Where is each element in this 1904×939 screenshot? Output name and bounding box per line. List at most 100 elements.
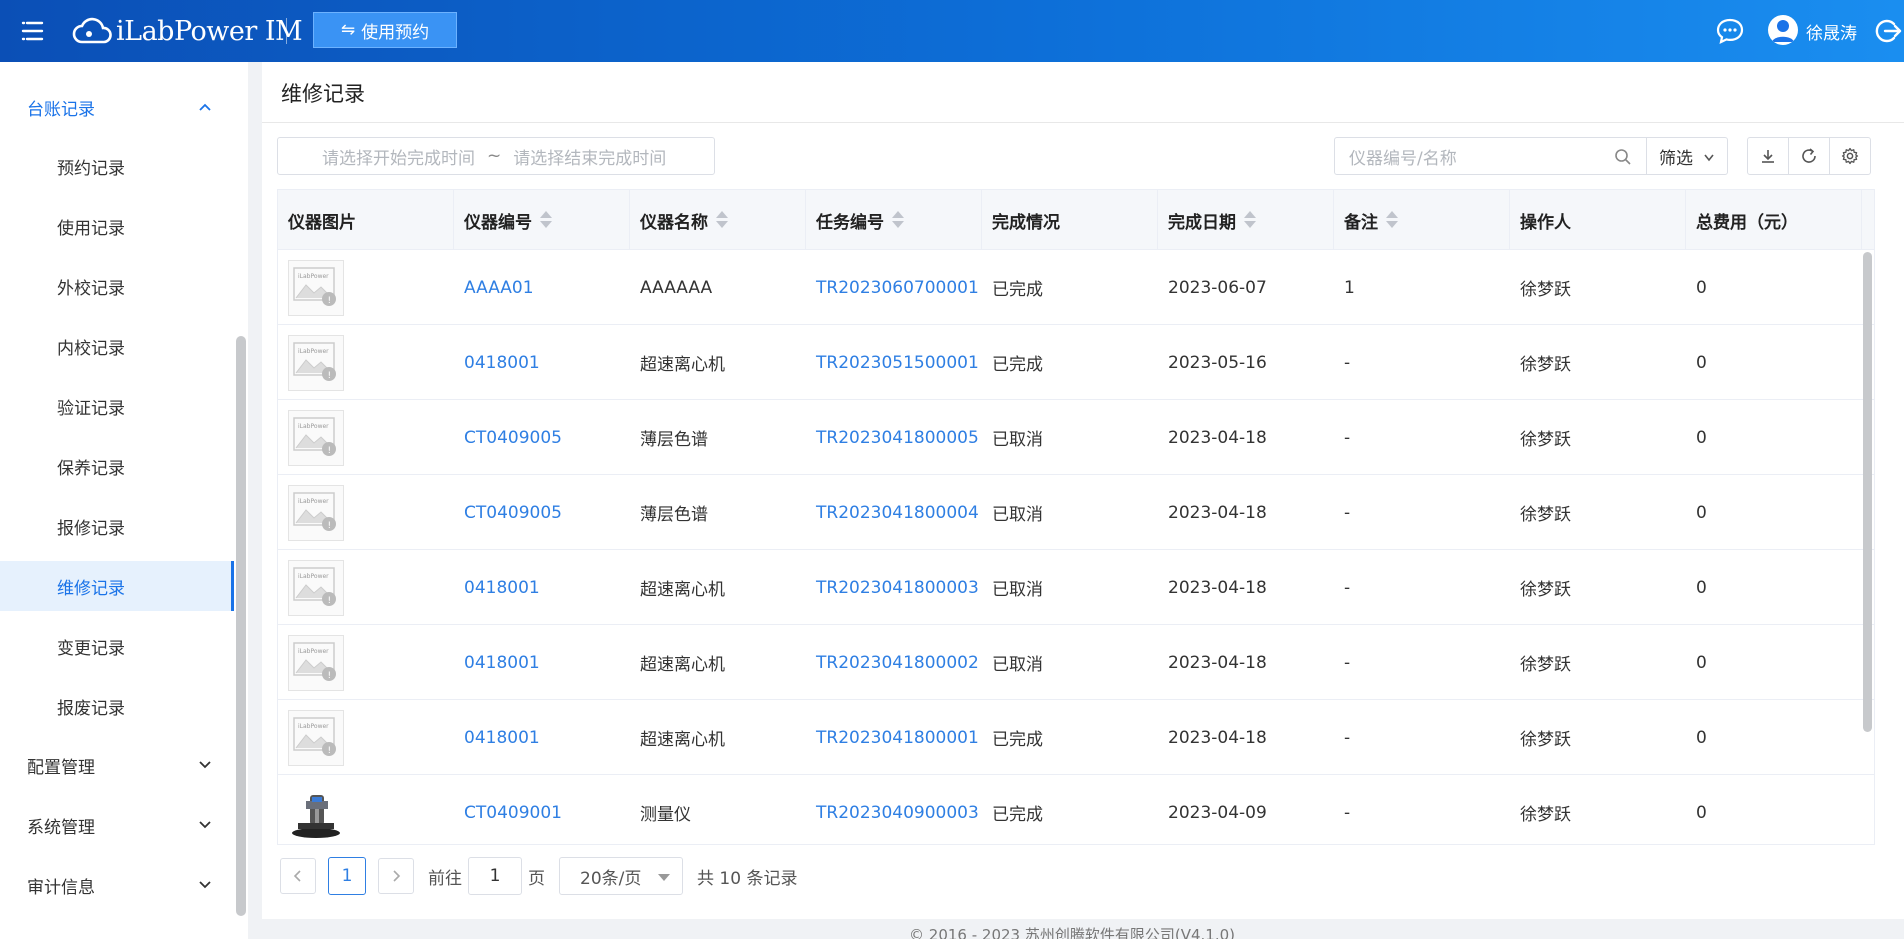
username[interactable]: 徐晟涛 (1806, 19, 1857, 44)
sidebar-item-usage-records[interactable]: 使用记录 (0, 201, 234, 251)
next-page-button[interactable] (378, 858, 414, 894)
menu-toggle-icon[interactable] (20, 18, 46, 44)
task-number-link[interactable]: TR2023040900003 (816, 803, 979, 823)
sidebar-group-audit[interactable]: 审计信息 (0, 855, 234, 915)
table-row[interactable]: iLabPower! 0418001 超速离心机 TR2023041800003 已取消… (278, 550, 1874, 625)
instrument-code-link[interactable]: CT0409005 (464, 428, 562, 448)
prev-page-button[interactable] (280, 858, 316, 894)
column-header-instrument-code[interactable]: 仪器编号 (454, 190, 630, 250)
column-label: 仪器图片 (288, 212, 356, 233)
sort-icon[interactable] (1386, 210, 1398, 230)
table-cell: CT0409005 (454, 400, 630, 475)
download-button[interactable] (1747, 137, 1789, 175)
sidebar-scrollbar[interactable] (236, 336, 246, 916)
instrument-code-link[interactable]: CT0409005 (464, 503, 562, 523)
image-placeholder-icon[interactable]: iLabPower! (288, 409, 344, 466)
table-cell: - (1334, 400, 1510, 475)
sidebar-group-system[interactable]: 系统管理 (0, 795, 234, 855)
sort-icon[interactable] (892, 210, 904, 230)
column-header-instrument-name[interactable]: 仪器名称 (630, 190, 806, 250)
instrument-code-link[interactable]: AAAA01 (464, 278, 534, 298)
column-header-task-number[interactable]: 任务编号 (806, 190, 982, 250)
start-date-placeholder[interactable]: 请选择开始完成时间 (322, 144, 475, 169)
total-cost: 0 (1696, 427, 1707, 448)
image-placeholder-icon[interactable]: iLabPower! (288, 559, 344, 616)
task-number-link[interactable]: TR2023041800005 (816, 428, 979, 448)
sidebar-item-change-records[interactable]: 变更记录 (0, 621, 234, 671)
filter-dropdown[interactable]: 筛选 (1646, 137, 1728, 175)
table-cell: TR2023040900003 (806, 775, 982, 844)
sidebar-item-label: 验证记录 (57, 398, 125, 419)
image-placeholder-icon[interactable]: iLabPower! (288, 334, 344, 391)
table-cell: 已完成 (982, 775, 1158, 844)
task-number-link[interactable]: TR2023041800002 (816, 653, 979, 673)
sidebar-item-booking-records[interactable]: 预约记录 (0, 141, 234, 191)
refresh-button[interactable] (1788, 137, 1830, 175)
page-size-select[interactable]: 20条/页 (559, 857, 683, 895)
table-row[interactable]: iLabPower! 0418001 超速离心机 TR2023051500001 已完成… (278, 325, 1874, 400)
sidebar-group-config[interactable]: 配置管理 (0, 735, 234, 795)
instrument-photo[interactable] (288, 784, 344, 841)
table-cell: 徐梦跃 (1510, 250, 1686, 325)
sidebar-group-ledger[interactable]: 台账记录 (0, 77, 234, 137)
search-input[interactable]: 仪器编号/名称 (1334, 137, 1647, 175)
sidebar-item-scrap-records[interactable]: 报废记录 (0, 681, 234, 731)
sort-icon[interactable] (716, 210, 728, 230)
sort-icon[interactable] (540, 210, 552, 230)
image-placeholder-icon[interactable]: iLabPower! (288, 484, 344, 541)
svg-text:iLabPower: iLabPower (298, 273, 329, 280)
table-cell: iLabPower! (278, 475, 454, 550)
table-row[interactable]: iLabPower! CT0409005 薄层色谱 TR2023041800005 已取… (278, 400, 1874, 475)
sort-icon[interactable] (1244, 210, 1256, 230)
table-scrollbar[interactable] (1863, 252, 1872, 732)
remark-text: - (1344, 577, 1351, 598)
table-row[interactable]: iLabPower! CT0409005 薄层色谱 TR2023041800004 已取… (278, 475, 1874, 550)
sidebar-item-external-calibration[interactable]: 外校记录 (0, 261, 234, 311)
task-number-link[interactable]: TR2023060700001 (816, 278, 979, 298)
svg-text:!: ! (328, 296, 332, 306)
table-row[interactable]: CT0409001 测量仪 TR2023040900003 已完成 2023-04-09… (278, 775, 1874, 844)
goto-page-input[interactable]: 1 (468, 857, 522, 895)
sidebar-item-repair-request-records[interactable]: 报修记录 (0, 501, 234, 551)
task-number-link[interactable]: TR2023051500001 (816, 353, 979, 373)
search-placeholder: 仪器编号/名称 (1349, 148, 1457, 169)
sidebar-item-label: 变更记录 (57, 638, 125, 659)
sidebar-item-verification-records[interactable]: 验证记录 (0, 381, 234, 431)
task-number-link[interactable]: TR2023041800001 (816, 728, 979, 748)
table-row[interactable]: iLabPower! 0418001 超速离心机 TR2023041800001 已完成… (278, 700, 1874, 775)
instrument-code-link[interactable]: 0418001 (464, 728, 540, 748)
date-range-picker[interactable]: 请选择开始完成时间 ~ 请选择结束完成时间 (277, 137, 715, 175)
task-number-link[interactable]: TR2023041800003 (816, 578, 979, 598)
table-cell: 已取消 (982, 625, 1158, 700)
table-row[interactable]: iLabPower! AAAA01 AAAAAA TR2023060700001 已完成… (278, 250, 1874, 325)
end-date-placeholder[interactable]: 请选择结束完成时间 (513, 144, 666, 169)
sidebar-item-internal-calibration[interactable]: 内校记录 (0, 321, 234, 371)
settings-button[interactable] (1829, 137, 1871, 175)
column-header-complete-date[interactable]: 完成日期 (1158, 190, 1334, 250)
operator-name: 徐梦跃 (1520, 730, 1571, 750)
column-header-remark[interactable]: 备注 (1334, 190, 1510, 250)
user-avatar-icon[interactable] (1768, 15, 1798, 45)
instrument-code-link[interactable]: 0418001 (464, 578, 540, 598)
image-placeholder-icon[interactable]: iLabPower! (288, 634, 344, 691)
instrument-code-link[interactable]: CT0409001 (464, 803, 562, 823)
search-icon[interactable] (1614, 148, 1632, 166)
message-icon[interactable] (1715, 17, 1745, 50)
operator-name: 徐梦跃 (1520, 655, 1571, 675)
sidebar-item-maintenance-records[interactable]: 保养记录 (0, 441, 234, 491)
goto-suffix: 页 (528, 868, 545, 889)
total-cost: 0 (1696, 502, 1707, 523)
logout-icon[interactable] (1874, 17, 1902, 50)
image-placeholder-icon[interactable]: iLabPower! (288, 709, 344, 766)
instrument-code-link[interactable]: 0418001 (464, 653, 540, 673)
task-number-link[interactable]: TR2023041800004 (816, 503, 979, 523)
instrument-code-link[interactable]: 0418001 (464, 353, 540, 373)
app-logo[interactable]: iLabPower IM (72, 12, 303, 50)
image-placeholder-icon[interactable]: iLabPower! (288, 259, 344, 316)
usage-booking-button[interactable]: ⇋ 使用预约 (313, 12, 457, 48)
table-row[interactable]: iLabPower! 0418001 超速离心机 TR2023041800002 已取消… (278, 625, 1874, 700)
sidebar-group-label: 台账记录 (27, 99, 95, 120)
page-number-current[interactable]: 1 (328, 857, 366, 895)
status-text: 已完成 (992, 280, 1043, 300)
sidebar-item-repair-records[interactable]: 维修记录 (0, 561, 234, 611)
